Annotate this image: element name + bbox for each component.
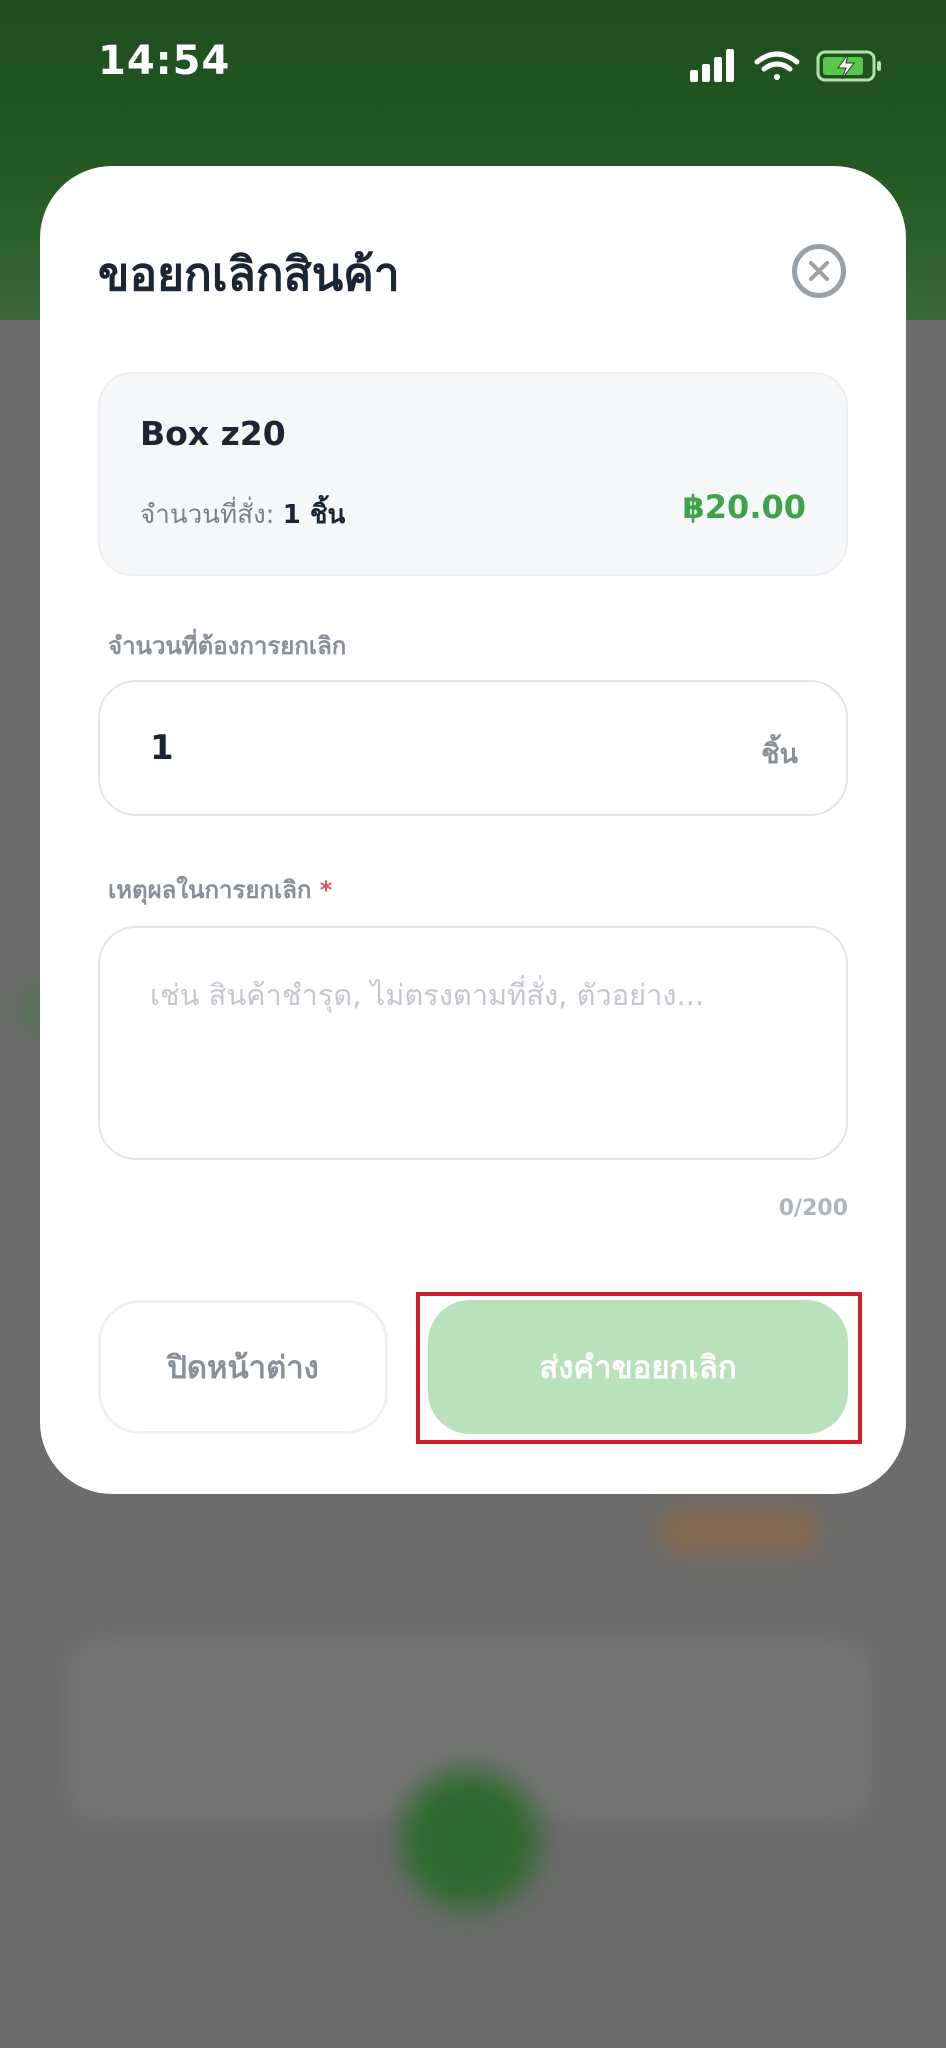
cancel-quantity-value: 1 xyxy=(150,728,174,768)
cancel-quantity-input[interactable]: 1 ชิ้น xyxy=(98,680,848,816)
reason-label-row: เหตุผลในการยกเลิก * xyxy=(108,870,332,909)
reason-label: เหตุผลในการยกเลิก xyxy=(108,876,312,904)
modal-title: ขอยกเลิกสินค้า xyxy=(98,247,400,301)
ordered-quantity: จำนวนที่สั่ง: 1 ชิ้น xyxy=(140,494,345,535)
ordered-quantity-value: 1 ชิ้น xyxy=(282,500,346,530)
cancel-quantity-unit: ชิ้น xyxy=(761,739,798,770)
close-icon-button[interactable] xyxy=(792,244,846,298)
wifi-icon xyxy=(754,51,800,80)
status-time: 14:54 xyxy=(98,38,231,84)
status-bar: 14:54 xyxy=(0,0,946,130)
status-icons xyxy=(690,44,890,84)
ordered-quantity-label: จำนวนที่สั่ง: xyxy=(140,500,275,530)
character-counter: 0/200 xyxy=(778,1196,848,1221)
product-price: ฿20.00 xyxy=(682,488,806,526)
cancel-quantity-label: จำนวนที่ต้องการยกเลิก xyxy=(108,632,347,660)
product-name: Box z20 xyxy=(140,414,286,453)
required-mark: * xyxy=(319,876,333,904)
close-window-button[interactable]: ปิดหน้าต่าง xyxy=(98,1300,388,1434)
reason-textarea[interactable]: เช่น สินค้าชำรุด, ไม่ตรงตามที่สั่ง, ตัวอ… xyxy=(98,926,848,1160)
reason-placeholder: เช่น สินค้าชำรุด, ไม่ตรงตามที่สั่ง, ตัวอ… xyxy=(150,978,705,1012)
close-icon xyxy=(809,261,829,281)
background-orange-badge xyxy=(660,1512,820,1552)
battery-charging-icon xyxy=(816,50,881,82)
product-card: Box z20 จำนวนที่สั่ง: 1 ชิ้น ฿20.00 xyxy=(98,372,848,576)
background-fab xyxy=(400,1770,540,1910)
cellular-signal-icon xyxy=(690,49,734,82)
status-icons-svg xyxy=(690,49,881,82)
highlight-box xyxy=(416,1292,862,1444)
